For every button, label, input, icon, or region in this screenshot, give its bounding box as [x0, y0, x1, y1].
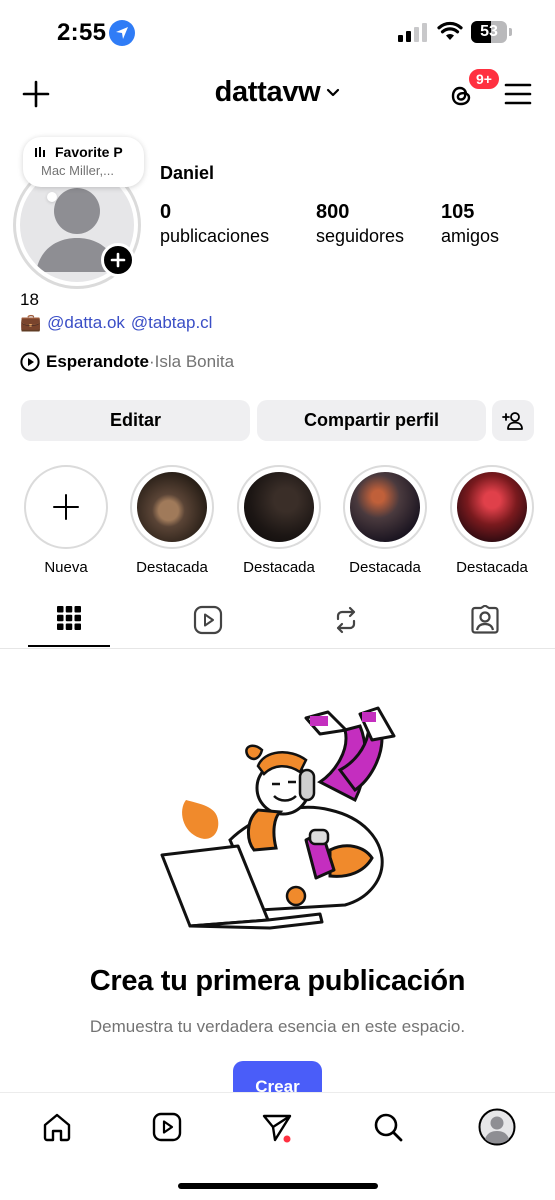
- highlight-label: Destacada: [456, 559, 528, 576]
- music-artist: Isla Bonita: [154, 352, 235, 371]
- cellular-signal-icon: [398, 22, 427, 42]
- username: dattavw: [214, 76, 321, 108]
- notification-badge: 9+: [467, 67, 501, 91]
- bio-link-tabtap[interactable]: @tabtap.cl: [131, 313, 213, 333]
- chevron-down-icon: [327, 88, 340, 96]
- stat-friends[interactable]: 105 amigos: [441, 200, 499, 248]
- reels-icon: [152, 1112, 182, 1142]
- paper-plane-icon: [262, 1114, 292, 1143]
- profile-header: dattavw 9+: [0, 67, 555, 120]
- divider: [0, 648, 555, 649]
- profile-music[interactable]: Esperandote · Isla Bonita: [20, 352, 234, 372]
- tagged-person-icon: [471, 605, 499, 634]
- search-icon: [374, 1113, 403, 1142]
- stat-value: 0: [160, 201, 172, 223]
- stat-value: 800: [316, 201, 350, 223]
- highlight-label: Destacada: [136, 559, 208, 576]
- battery-icon: 53: [471, 21, 507, 43]
- nav-home[interactable]: [37, 1107, 77, 1147]
- wifi-icon: [436, 20, 464, 47]
- highlight-item[interactable]: Destacada: [450, 465, 534, 576]
- note-title: Favorite P: [55, 144, 123, 160]
- empty-state-subtitle: Demuestra tu verdadera esencia en este e…: [89, 1017, 466, 1036]
- highlight-item[interactable]: Destacada: [237, 465, 321, 576]
- note-subtitle: Mac Miller,...: [41, 163, 114, 178]
- highlight-new[interactable]: Nueva: [24, 465, 108, 576]
- music-bars-icon: [35, 147, 45, 157]
- highlight-item[interactable]: Destacada: [130, 465, 214, 576]
- highlight-thumbnail: [137, 472, 207, 542]
- bio-links: 💼 @datta.ok @tabtap.cl: [20, 313, 212, 333]
- plus-icon: [53, 494, 79, 520]
- tab-tagged[interactable]: [430, 598, 540, 648]
- highlight-thumbnail: [457, 472, 527, 542]
- profile-note[interactable]: Favorite P Mac Miller,...: [23, 137, 144, 187]
- stat-label: publicaciones: [160, 226, 270, 246]
- discover-people-button[interactable]: [492, 400, 534, 441]
- active-tab-indicator: [28, 645, 110, 647]
- status-bar: 2:55 53: [0, 0, 555, 62]
- highlight-item[interactable]: Destacada: [343, 465, 427, 576]
- nav-messages[interactable]: [257, 1107, 297, 1147]
- add-story-icon[interactable]: [101, 243, 135, 277]
- bio-text: 18: [20, 290, 39, 309]
- reels-icon: [193, 605, 223, 635]
- tab-reels[interactable]: [153, 598, 263, 648]
- share-profile-button[interactable]: Compartir perfil: [257, 400, 486, 441]
- music-song: Esperandote: [46, 352, 149, 371]
- highlight-thumbnail: [350, 472, 420, 542]
- highlight-label: Destacada: [243, 559, 315, 576]
- empty-state-title: Crea tu primera publicación: [89, 965, 466, 997]
- play-circle-icon: [20, 352, 40, 372]
- nav-reels[interactable]: [147, 1107, 187, 1147]
- profile-tabs: [0, 598, 555, 648]
- bio-link-datta[interactable]: @datta.ok: [47, 313, 125, 333]
- edit-profile-button[interactable]: Editar: [21, 400, 250, 441]
- stat-value: 105: [441, 201, 475, 223]
- highlight-thumbnail: [244, 472, 314, 542]
- highlight-label: Destacada: [349, 559, 421, 576]
- status-time: 2:55: [57, 19, 107, 46]
- stat-label: amigos: [441, 226, 500, 246]
- stat-posts[interactable]: 0 publicaciones: [160, 200, 269, 248]
- stat-followers[interactable]: 800 seguidores: [316, 200, 404, 248]
- note-tail: [47, 192, 57, 202]
- repost-icon: [336, 606, 356, 634]
- display-name: Daniel: [160, 163, 215, 183]
- home-icon: [43, 1113, 71, 1142]
- stat-label: seguidores: [316, 226, 405, 246]
- add-person-icon: [502, 411, 523, 430]
- tab-grid[interactable]: [14, 598, 124, 648]
- nav-profile[interactable]: [477, 1107, 517, 1147]
- grid-icon: [57, 606, 81, 630]
- location-arrow-icon: [109, 20, 135, 46]
- tab-reposts[interactable]: [291, 598, 401, 648]
- home-indicator: [178, 1183, 378, 1189]
- menu-icon[interactable]: [504, 81, 532, 107]
- battery-level: 53: [480, 23, 498, 40]
- nav-search[interactable]: [368, 1107, 408, 1147]
- highlight-label: Nueva: [44, 559, 88, 576]
- briefcase-icon: 💼: [20, 313, 42, 332]
- profile-avatar-icon: [478, 1108, 516, 1146]
- empty-state-illustration: [150, 700, 410, 940]
